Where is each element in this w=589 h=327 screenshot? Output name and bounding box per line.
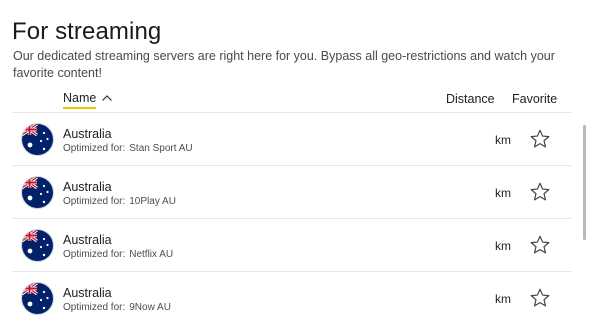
australia-flag-icon (22, 124, 53, 155)
section-description: Our dedicated streaming servers are righ… (13, 49, 555, 80)
star-outline-icon[interactable] (529, 181, 551, 203)
server-distance: km (495, 292, 511, 306)
server-row[interactable]: Australia Optimized for: 9Now AU km (12, 271, 572, 324)
server-country: Australia (63, 127, 112, 141)
server-row[interactable]: Australia Optimized for: 10Play AU km (12, 165, 572, 218)
server-country: Australia (63, 233, 112, 247)
optimized-service: 10Play AU (129, 196, 176, 207)
server-distance: km (495, 133, 511, 147)
optimized-label: Optimized for: (63, 249, 126, 260)
optimized-service: Netflix AU (129, 249, 174, 260)
server-optimized-for: Optimized for: Netflix AU (63, 249, 173, 261)
favorite-column-label: Favorite (512, 92, 558, 106)
server-optimized-for: Optimized for: 9Now AU (63, 302, 171, 314)
server-list: Australia Optimized for: Stan Sport AU km (12, 112, 572, 324)
list-header: Name Distance Favorite (0, 88, 572, 110)
server-row[interactable]: Australia Optimized for: Stan Sport AU km (12, 112, 572, 165)
name-column-label: Name (63, 90, 97, 109)
server-country: Australia (63, 180, 112, 194)
optimized-service: 9Now AU (129, 302, 171, 313)
scrollbar-thumb[interactable] (583, 125, 586, 240)
server-country: Australia (63, 286, 112, 300)
chevron-up-icon (102, 95, 113, 101)
star-outline-icon[interactable] (529, 287, 551, 309)
optimized-label: Optimized for: (63, 302, 126, 313)
star-outline-icon[interactable] (529, 128, 551, 150)
optimized-label: Optimized for: (63, 196, 126, 207)
optimized-label: Optimized for: (63, 143, 126, 154)
optimized-service: Stan Sport AU (129, 143, 193, 154)
distance-column-label: Distance (446, 92, 495, 106)
server-optimized-for: Optimized for: Stan Sport AU (63, 143, 193, 155)
section-title: For streaming (12, 18, 162, 45)
streaming-servers-panel: For streaming Our dedicated streaming se… (0, 0, 589, 327)
australia-flag-icon (22, 230, 53, 261)
sort-by-name-button[interactable]: Name (63, 90, 113, 110)
australia-flag-icon (22, 177, 53, 208)
server-distance: km (495, 239, 511, 253)
server-optimized-for: Optimized for: 10Play AU (63, 196, 176, 208)
star-outline-icon[interactable] (529, 234, 551, 256)
server-distance: km (495, 186, 511, 200)
australia-flag-icon (22, 283, 53, 314)
server-row[interactable]: Australia Optimized for: Netflix AU km (12, 218, 572, 271)
